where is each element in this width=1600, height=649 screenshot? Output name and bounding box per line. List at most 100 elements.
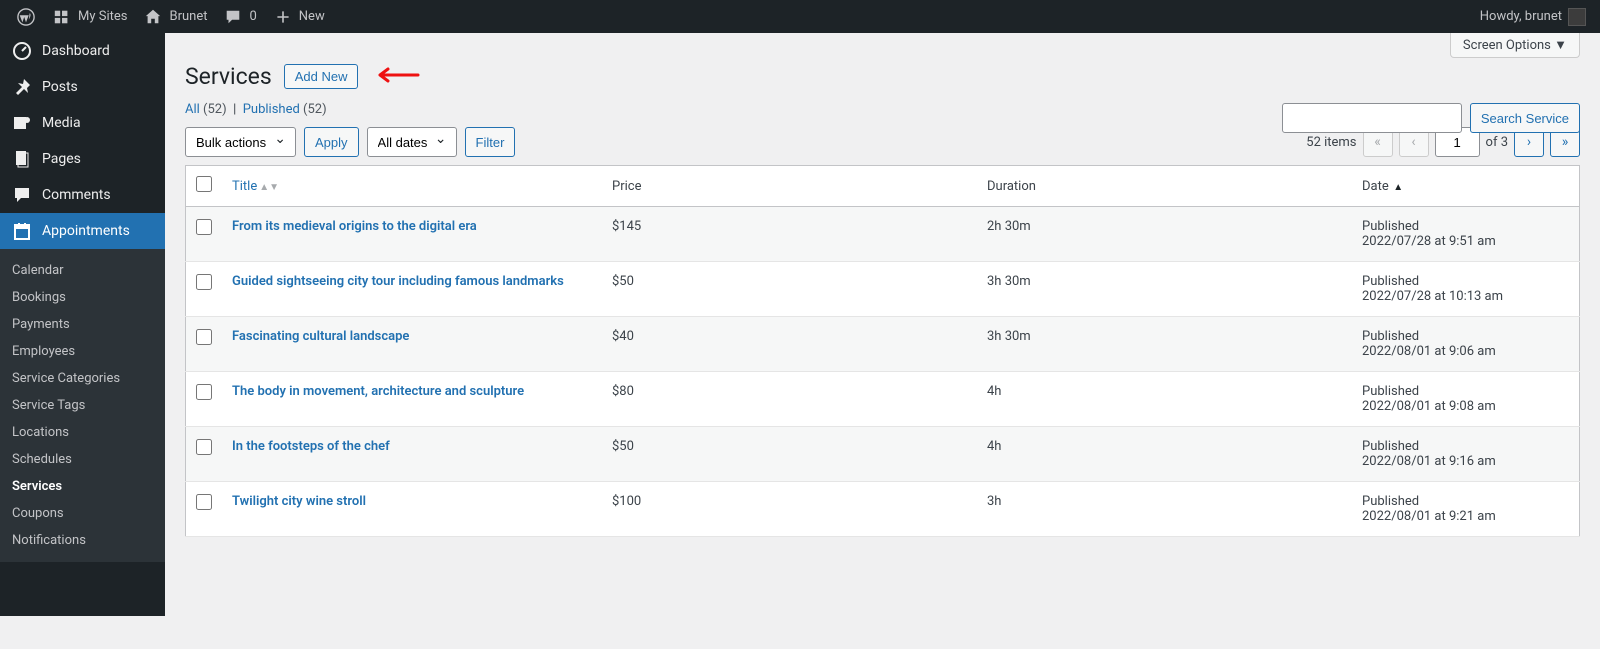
- sidebar-item-dashboard[interactable]: Dashboard: [0, 33, 165, 69]
- row-title-link[interactable]: In the footsteps of the chef: [232, 439, 390, 454]
- sort-icon: ▲▼: [259, 182, 279, 193]
- row-duration: 3h 30m: [977, 262, 1352, 317]
- submenu-service-tags[interactable]: Service Tags: [0, 392, 165, 419]
- new-label: New: [299, 9, 325, 24]
- row-date: Published2022/08/01 at 9:08 am: [1352, 372, 1580, 427]
- submenu-employees[interactable]: Employees: [0, 338, 165, 365]
- comments-count: 0: [249, 9, 256, 24]
- submenu-schedules[interactable]: Schedules: [0, 446, 165, 473]
- filter-published[interactable]: Published: [243, 102, 300, 117]
- pin-icon: [12, 77, 32, 97]
- row-duration: 3h 30m: [977, 317, 1352, 372]
- topbar-left: My Sites Brunet 0 New: [8, 0, 333, 33]
- chevron-down-icon: ▼: [1554, 38, 1567, 53]
- row-title-link[interactable]: Guided sightseeing city tour including f…: [232, 274, 564, 289]
- submenu-bookings[interactable]: Bookings: [0, 284, 165, 311]
- media-icon: [12, 113, 32, 133]
- filter-button[interactable]: Filter: [465, 127, 516, 157]
- page-of-label: of 3: [1486, 135, 1508, 150]
- row-date: Published2022/08/01 at 9:16 am: [1352, 427, 1580, 482]
- howdy-text: Howdy, brunet: [1480, 9, 1562, 24]
- table-row: From its medieval origins to the digital…: [186, 207, 1580, 262]
- table-row: In the footsteps of the chef $504hPublish…: [186, 427, 1580, 482]
- screen-options-toggle[interactable]: Screen Options ▼: [1450, 33, 1580, 58]
- row-duration: 4h: [977, 372, 1352, 427]
- items-count: 52 items: [1306, 135, 1356, 150]
- sidebar-item-label: Media: [42, 115, 81, 131]
- row-price: $145: [602, 207, 977, 262]
- sidebar-item-label: Comments: [42, 187, 111, 203]
- row-title-link[interactable]: Twilight city wine stroll: [232, 494, 366, 509]
- sidebar-item-posts[interactable]: Posts: [0, 69, 165, 105]
- date-filter-select[interactable]: All dates: [367, 127, 457, 157]
- row-checkbox[interactable]: [196, 219, 212, 235]
- submenu-notifications[interactable]: Notifications: [0, 527, 165, 554]
- row-price: $50: [602, 427, 977, 482]
- page-title: Services: [185, 63, 272, 90]
- row-duration: 2h 30m: [977, 207, 1352, 262]
- comment-icon: [12, 185, 32, 205]
- row-price: $100: [602, 482, 977, 537]
- row-date: Published2022/08/01 at 9:06 am: [1352, 317, 1580, 372]
- page-icon: [12, 149, 32, 169]
- row-title-link[interactable]: Fascinating cultural landscape: [232, 329, 409, 344]
- submenu-locations[interactable]: Locations: [0, 419, 165, 446]
- row-date: Published2022/07/28 at 10:13 am: [1352, 262, 1580, 317]
- select-all-checkbox[interactable]: [196, 176, 212, 192]
- sidebar-item-pages[interactable]: Pages: [0, 141, 165, 177]
- row-checkbox[interactable]: [196, 494, 212, 510]
- row-checkbox[interactable]: [196, 329, 212, 345]
- plus-icon: [273, 7, 293, 27]
- screen-options-label: Screen Options: [1463, 38, 1551, 53]
- wp-logo[interactable]: [8, 0, 44, 33]
- submenu-coupons[interactable]: Coupons: [0, 500, 165, 527]
- filter-all[interactable]: All: [185, 102, 200, 117]
- sidebar-item-appointments[interactable]: Appointments: [0, 213, 165, 249]
- sidebar-item-comments[interactable]: Comments: [0, 177, 165, 213]
- appointments-submenu: Calendar Bookings Payments Employees Ser…: [0, 249, 165, 562]
- avatar: [1568, 8, 1586, 26]
- bulk-actions-group: Bulk actions Apply All dates Filter: [185, 127, 515, 157]
- my-sites-label: My Sites: [78, 9, 127, 24]
- table-row: Guided sightseeing city tour including f…: [186, 262, 1580, 317]
- col-date-header[interactable]: Date ▲: [1352, 166, 1580, 207]
- row-price: $40: [602, 317, 977, 372]
- site-link[interactable]: Brunet: [135, 0, 215, 33]
- submenu-payments[interactable]: Payments: [0, 311, 165, 338]
- table-row: The body in movement, architecture and s…: [186, 372, 1580, 427]
- admin-sidebar: Dashboard Posts Media Pages Comments App…: [0, 33, 165, 616]
- sites-icon: [52, 7, 72, 27]
- sidebar-item-label: Posts: [42, 79, 78, 95]
- col-title-header[interactable]: Title▲▼: [222, 166, 602, 207]
- search-box: Search Service: [1282, 103, 1580, 133]
- home-icon: [143, 7, 163, 27]
- row-title-link[interactable]: The body in movement, architecture and s…: [232, 384, 524, 399]
- col-duration-header: Duration: [977, 166, 1352, 207]
- row-checkbox[interactable]: [196, 439, 212, 455]
- new-link[interactable]: New: [265, 0, 333, 33]
- row-price: $50: [602, 262, 977, 317]
- row-price: $80: [602, 372, 977, 427]
- col-price-header: Price: [602, 166, 977, 207]
- add-new-button[interactable]: Add New: [284, 64, 359, 89]
- row-duration: 4h: [977, 427, 1352, 482]
- row-checkbox[interactable]: [196, 274, 212, 290]
- bulk-actions-select[interactable]: Bulk actions: [185, 127, 296, 157]
- submenu-service-categories[interactable]: Service Categories: [0, 365, 165, 392]
- search-input[interactable]: [1282, 103, 1462, 133]
- table-row: Twilight city wine stroll$1003hPublished…: [186, 482, 1580, 537]
- sidebar-item-label: Dashboard: [42, 43, 110, 59]
- row-title-link[interactable]: From its medieval origins to the digital…: [232, 219, 477, 234]
- sort-icon: ▲: [1391, 182, 1403, 193]
- search-button[interactable]: Search Service: [1470, 103, 1580, 133]
- row-checkbox[interactable]: [196, 384, 212, 400]
- services-table: Title▲▼ Price Duration Date ▲ From its m…: [185, 165, 1580, 537]
- submenu-services[interactable]: Services: [0, 473, 165, 500]
- my-sites-link[interactable]: My Sites: [44, 0, 135, 33]
- row-date: Published2022/08/01 at 9:21 am: [1352, 482, 1580, 537]
- submenu-calendar[interactable]: Calendar: [0, 257, 165, 284]
- comments-link[interactable]: 0: [215, 0, 264, 33]
- topbar-right[interactable]: Howdy, brunet: [1480, 8, 1592, 26]
- apply-button[interactable]: Apply: [304, 127, 359, 157]
- sidebar-item-media[interactable]: Media: [0, 105, 165, 141]
